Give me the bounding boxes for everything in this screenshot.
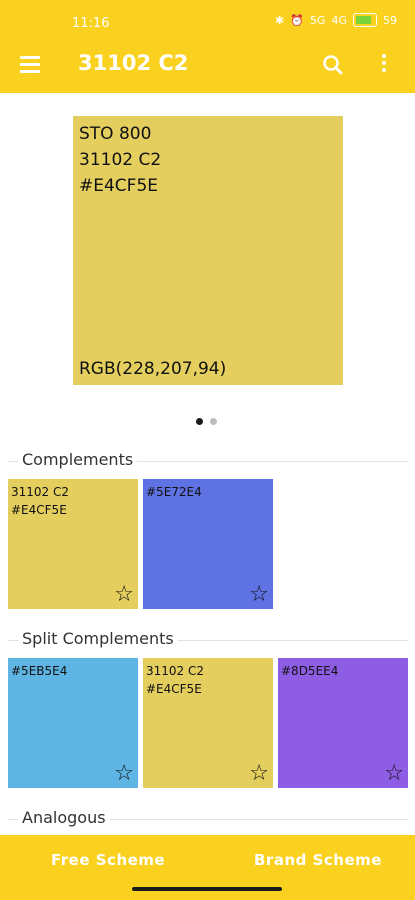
page-dot-active[interactable] [196,418,203,425]
app-bar: 11:16 ✱ ⏰ 5G 4G 59 31102 C2 [0,0,415,93]
signal-5g-label: 5G [309,13,326,27]
star-outline-icon[interactable]: ☆ [249,584,269,606]
status-bar: 11:16 ✱ ⏰ 5G 4G 59 [0,0,415,40]
swatch-name: 31102 C2 [146,664,205,678]
swatch-split-2[interactable]: 31102 C2 #E4CF5E ☆ [143,658,273,788]
swatch-hex: #5E72E4 [146,485,202,499]
tab-free-scheme[interactable]: Free Scheme [51,851,165,869]
swatch-hex: #5EB5E4 [11,664,68,678]
star-outline-icon[interactable]: ☆ [249,763,269,785]
page-dot[interactable] [210,418,217,425]
swatch-name: 31102 C2 [11,485,70,499]
analogous-section-header: Analogous [8,808,408,830]
swatch-hex: #E4CF5E [11,503,67,517]
star-outline-icon[interactable]: ☆ [114,584,134,606]
split-complements-section-header: Split Complements [8,629,408,651]
swatch-split-3[interactable]: #8D5EE4 ☆ [278,658,408,788]
page-title: 31102 C2 [78,51,189,75]
main-color-card[interactable]: STO 800 31102 C2 #E4CF5E RGB(228,207,94) [73,116,343,385]
battery-icon [353,13,377,27]
battery-level: 59 [383,13,397,27]
color-rgb-label: RGB(228,207,94) [79,359,227,379]
page-indicator [196,418,217,425]
status-icons: ✱ ⏰ 5G 4G 59 [275,13,397,27]
swatch-complement-2[interactable]: #5E72E4 ☆ [143,479,273,609]
gesture-handle[interactable] [132,887,282,891]
section-title: Split Complements [18,629,178,648]
more-vert-icon[interactable] [376,54,392,78]
swatch-hex: #8D5EE4 [281,664,339,678]
color-code-label: STO 800 [79,124,152,144]
alarm-icon: ⏰ [290,13,304,27]
complements-section-header: Complements [8,450,408,472]
section-title: Analogous [18,808,110,827]
status-time: 11:16 [72,16,110,31]
swatch-hex: #E4CF5E [146,682,202,696]
bluetooth-icon: ✱ [275,13,285,27]
search-icon[interactable] [320,52,346,78]
color-name-label: 31102 C2 [79,150,162,170]
swatch-split-1[interactable]: #5EB5E4 ☆ [8,658,138,788]
tab-brand-scheme[interactable]: Brand Scheme [254,851,382,869]
swatch-complement-1[interactable]: 31102 C2 #E4CF5E ☆ [8,479,138,609]
color-hex-label: #E4CF5E [79,176,159,196]
signal-4g-label: 4G [331,13,347,27]
menu-icon[interactable] [20,56,40,73]
star-outline-icon[interactable]: ☆ [114,763,134,785]
star-outline-icon[interactable]: ☆ [384,763,404,785]
section-title: Complements [18,450,138,469]
